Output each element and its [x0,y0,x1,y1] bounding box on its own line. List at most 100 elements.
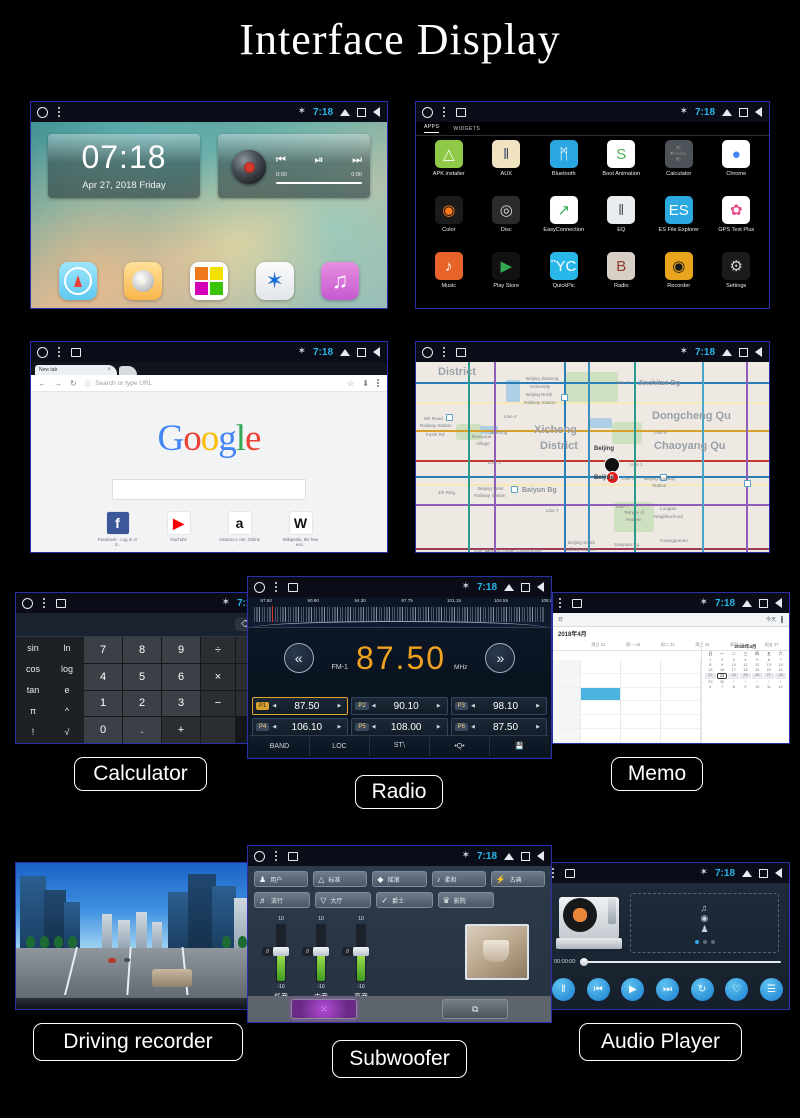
calc-key[interactable]: − [201,691,235,717]
mini-calendar-day[interactable]: 15 [705,668,716,672]
mini-calendar-day[interactable]: 14 [775,663,786,667]
subwoofer-icon[interactable]: ⁙ [291,999,357,1019]
slider-track[interactable]: 0 [356,924,366,982]
screenshot-icon[interactable] [565,869,575,878]
home-icon[interactable] [22,598,33,609]
mini-calendar-day[interactable]: 7 [775,658,786,662]
preset-left-arrow[interactable]: ◀ [369,724,379,730]
mini-calendar-day[interactable]: 3 [752,680,763,684]
calc-key[interactable]: ! [16,722,50,743]
balance-icon[interactable]: ⧉ [442,999,508,1019]
mini-calendar-day[interactable]: 16 [717,668,728,672]
preset-left-arrow[interactable]: ◀ [468,703,478,709]
up-triangle-icon[interactable] [742,600,752,607]
mini-calendar-day[interactable]: 1 [705,658,716,662]
playlist-icon[interactable]: ☰ [760,978,783,1001]
app-item[interactable]: ♪ Music [420,250,478,306]
menu-dots-icon[interactable] [58,347,61,358]
radio-preset[interactable]: P4 ◀ 106.10 ▶ [252,718,348,736]
memo-menu-icon[interactable] [781,616,784,624]
mini-calendar-day[interactable]: 22 [705,673,716,679]
dock-apps-icon[interactable] [190,262,228,300]
new-tab-button[interactable] [119,366,137,375]
slider-knob[interactable] [273,947,289,956]
mini-calendar-day[interactable]: 17 [728,668,739,672]
music-controls[interactable]: ⏮ ⏯ ⏭ [276,154,362,167]
search-input[interactable] [112,479,306,500]
play-icon[interactable]: ▶ [621,978,644,1001]
mini-calendar-day[interactable]: 13 [764,663,775,667]
previous-icon[interactable]: ⏮ [276,154,286,167]
preset-right-arrow[interactable]: ▶ [533,724,543,730]
menu-dots-icon[interactable] [443,107,446,118]
reload-icon[interactable]: ↻ [70,379,77,388]
tab-widgets[interactable]: WIDGETS [453,126,480,132]
tune-down-button[interactable]: « [284,643,314,673]
mini-calendar-day[interactable]: 26 [752,673,763,679]
mini-calendar-day[interactable]: 6 [705,685,716,689]
calc-key[interactable]: 1 [84,691,122,717]
band-icon[interactable]: BAND [250,736,310,756]
mini-calendar-day[interactable]: 12 [752,663,763,667]
mini-calendar-day[interactable]: 30 [717,680,728,684]
eq-preset-button[interactable]: ▽ 大厅 [315,892,371,908]
menu-dots-icon[interactable] [559,598,562,609]
app-item[interactable]: ES ES File Explorer [650,194,708,250]
dock-bluetooth-icon[interactable]: ✶ [256,262,294,300]
app-item[interactable]: ⚙ Settings [708,250,766,306]
browser-tab[interactable]: New tab × [35,365,117,375]
preset-right-arrow[interactable]: ▶ [334,703,344,709]
app-item[interactable]: ▶ Play Store [478,250,536,306]
home-icon[interactable] [37,107,48,118]
eq-slider[interactable]: 100-10高音 [354,916,368,1002]
playlist-item-icon[interactable]: ♫ [700,903,708,913]
calc-key[interactable]: ln [50,637,84,658]
radio-preset[interactable]: P6 ◀ 87.50 ▶ [451,718,547,736]
clock-widget[interactable]: 07:18 Apr 27, 2018 Friday [48,134,200,198]
square-icon[interactable] [357,348,366,357]
eq-slider[interactable]: 100-10中音 [314,916,328,1002]
calc-key[interactable]: 3 [162,691,200,717]
home-icon[interactable] [422,347,433,358]
calc-key[interactable]: 9 [162,637,200,663]
app-item[interactable]: ◎ Disc [478,194,536,250]
calc-key[interactable]: ^ [50,701,84,722]
mini-calendar-day[interactable]: 9 [717,663,728,667]
calc-key[interactable]: 5 [123,664,161,690]
mini-calendar-day[interactable]: 20 [764,668,775,672]
eq-preset-button[interactable]: ♛ 影院 [438,892,494,908]
app-item[interactable]: ‖ AUX [478,138,536,194]
music-widget[interactable]: ⏮ ⏯ ⏭ 0:00 0:00 [218,134,370,198]
play-pause-icon[interactable]: ⏯ [315,154,324,167]
download-icon[interactable]: ⬇ [362,379,369,388]
app-item[interactable]: ➗ Calculator [650,138,708,194]
radio-preset[interactable]: P5 ◀ 108.00 ▶ [351,718,447,736]
square-icon[interactable] [759,599,768,608]
preset-left-arrow[interactable]: ◀ [468,724,478,730]
mini-calendar-day[interactable]: 10 [728,663,739,667]
audio-seek-bar[interactable] [580,961,781,963]
app-item[interactable]: S Boot Animation [593,138,651,194]
app-item[interactable]: ὏B Radio [593,250,651,306]
app-item[interactable]: ↗ EasyConnection [535,194,593,250]
back-triangle-icon[interactable] [373,107,380,117]
eq-preset-button[interactable]: ⚡ 古典 [491,871,545,887]
calc-key[interactable]: cos [16,658,50,679]
memo-week-grid[interactable] [553,660,701,743]
up-triangle-icon[interactable] [504,853,514,860]
mini-calendar-day[interactable]: 23 [717,673,728,679]
mini-calendar-day[interactable]: 4 [764,680,775,684]
calc-key[interactable]: e [50,679,84,700]
previous-icon[interactable]: ⏮ [587,978,610,1001]
equalizer-icon[interactable]: ‖ [552,978,575,1001]
eq-preset-button[interactable]: ♪ 柔和 [432,871,486,887]
stereo-icon[interactable]: ST⧹ [370,736,430,756]
repeat-icon[interactable]: ↻ [691,978,714,1001]
calc-key[interactable]: ÷ [201,637,235,663]
home-icon[interactable] [254,851,265,862]
up-triangle-icon[interactable] [722,349,732,356]
mini-calendar-day[interactable]: 5 [775,680,786,684]
radio-tuning-scale[interactable]: 87.5090.9094.3097.75101.15104.55108.00 [248,597,551,628]
calc-key[interactable]: 0 [84,717,122,743]
calc-key[interactable]: log [50,658,84,679]
